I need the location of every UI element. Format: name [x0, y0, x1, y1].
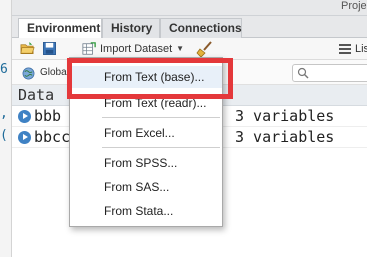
expand-icon[interactable] — [18, 110, 31, 123]
menu-item-from-spss[interactable]: From SPSS... — [70, 152, 222, 174]
list-view-button[interactable]: List — [339, 40, 367, 58]
global-environment-dropdown[interactable]: Global Environment — [22, 64, 76, 82]
menu-divider — [102, 117, 220, 118]
object-name: bbb — [34, 107, 62, 125]
object-name: bbcc — [34, 128, 71, 146]
pane-top-strip: Projec — [12, 0, 367, 16]
console-glyph: ( — [0, 128, 8, 143]
tab-history[interactable]: History — [102, 18, 160, 39]
project-label[interactable]: Projec — [341, 0, 367, 16]
tab-bar: Environment History Connections — [12, 16, 367, 39]
menu-item-from-sas[interactable]: From SAS... — [70, 176, 222, 198]
menu-item-from-stata[interactable]: From Stata... — [70, 200, 222, 222]
environment-search-input[interactable] — [292, 64, 367, 82]
expand-icon[interactable] — [18, 131, 31, 144]
import-dataset-menu: From Text (base)... From Text (readr)...… — [69, 57, 223, 227]
tab-environment[interactable]: Environment — [18, 18, 102, 39]
globe-icon — [22, 67, 35, 80]
import-dataset-button[interactable]: Import Dataset ▼ — [82, 40, 184, 58]
rstudio-environment-pane: 6 , ( Projec Environment History Connect… — [0, 0, 367, 257]
broom-icon[interactable] — [196, 40, 214, 58]
console-edge: 6 , ( — [0, 0, 12, 257]
import-dataset-label: Import Dataset — [100, 43, 173, 55]
list-icon — [339, 44, 351, 54]
menu-item-from-text-base[interactable]: From Text (base)... — [70, 66, 222, 88]
menu-item-from-text-readr[interactable]: From Text (readr)... — [70, 92, 222, 114]
console-glyph: 6 — [0, 62, 8, 77]
list-view-label: List — [355, 43, 367, 55]
console-glyph: , — [0, 106, 8, 121]
menu-item-from-excel[interactable]: From Excel... — [70, 122, 222, 144]
save-icon[interactable] — [42, 41, 57, 56]
menu-divider — [102, 147, 220, 148]
object-value: 3 variables — [235, 128, 335, 146]
tab-connections[interactable]: Connections — [160, 18, 242, 39]
object-value: 3 variables — [235, 107, 335, 125]
import-dataset-icon — [82, 42, 96, 55]
open-folder-icon[interactable] — [20, 41, 35, 56]
chevron-down-icon: ▼ — [176, 44, 185, 54]
search-icon — [297, 67, 309, 79]
